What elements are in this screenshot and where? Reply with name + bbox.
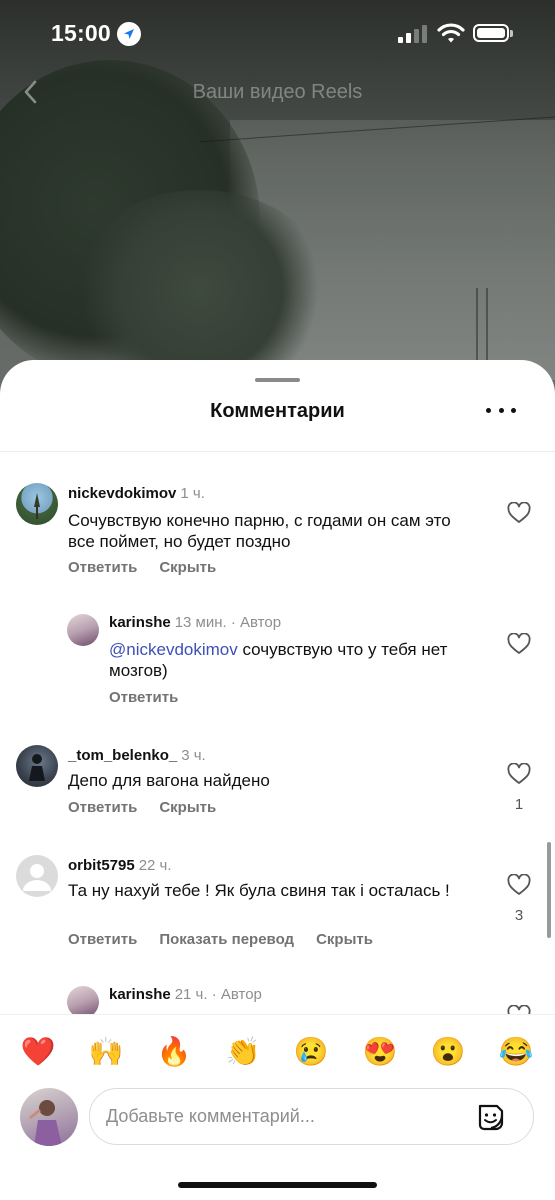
heart-outline-icon[interactable] bbox=[507, 874, 531, 896]
avatar[interactable] bbox=[67, 614, 99, 646]
battery-icon bbox=[473, 24, 513, 42]
sticker-icon[interactable] bbox=[474, 1101, 506, 1133]
comment-time: 1 ч. bbox=[180, 485, 205, 502]
wifi-icon bbox=[437, 23, 465, 43]
emoji-tears-of-joy[interactable]: 😂 bbox=[497, 1033, 535, 1071]
comment-actions: Ответить Скрыть bbox=[68, 799, 238, 816]
emoji-red-heart[interactable]: ❤️ bbox=[19, 1033, 57, 1071]
comment-input[interactable] bbox=[106, 1089, 466, 1144]
comment-meta: nickevdokimov 1 ч. bbox=[68, 485, 205, 502]
emoji-astonished-face[interactable]: 😮 bbox=[429, 1033, 467, 1071]
status-time: 15:00 bbox=[51, 20, 111, 46]
sheet-grabber[interactable] bbox=[255, 378, 300, 382]
home-indicator bbox=[178, 1182, 377, 1188]
reply-button[interactable]: Ответить bbox=[68, 799, 137, 816]
comment-username[interactable]: orbit5795 bbox=[68, 857, 135, 874]
emoji-raising-hands[interactable]: 🙌 bbox=[87, 1033, 125, 1071]
reply-button[interactable]: Ответить bbox=[68, 931, 137, 948]
reply-button[interactable]: Ответить bbox=[68, 559, 137, 576]
heart-outline-icon[interactable] bbox=[507, 502, 531, 524]
avatar[interactable] bbox=[16, 855, 58, 897]
comment-username[interactable]: nickevdokimov bbox=[68, 485, 176, 502]
comment-time: 21 ч. · Автор bbox=[174, 986, 262, 1003]
comment-time: 3 ч. bbox=[181, 747, 206, 764]
hide-button[interactable]: Скрыть bbox=[316, 931, 373, 948]
translate-button[interactable]: Показать перевод bbox=[159, 931, 294, 948]
comments-list: nickevdokimov 1 ч. Сочувствую конечно пар… bbox=[0, 452, 555, 1014]
heart-outline-icon[interactable] bbox=[507, 633, 531, 655]
emoji-clapping-hands[interactable]: 👏 bbox=[224, 1033, 262, 1071]
comment-meta: karinshe 13 мин. · Автор bbox=[109, 614, 281, 631]
avatar[interactable] bbox=[16, 745, 58, 787]
comment-meta: orbit5795 22 ч. bbox=[68, 857, 172, 874]
like-count: 3 bbox=[514, 907, 524, 924]
video-tower bbox=[476, 288, 488, 368]
comment-actions: Ответить Показать перевод Скрыть bbox=[68, 931, 395, 948]
comment-username[interactable]: karinshe bbox=[109, 614, 171, 631]
comment-username[interactable]: _tom_belenko_ bbox=[68, 747, 177, 764]
scrollbar[interactable] bbox=[547, 842, 551, 938]
heart-outline-icon[interactable] bbox=[507, 763, 531, 785]
emoji-fire[interactable]: 🔥 bbox=[155, 1033, 193, 1071]
comment-text: Сочувствую конечно парню, с годами он са… bbox=[68, 511, 451, 551]
comment-meta: karinshe 21 ч. · Автор bbox=[109, 986, 262, 1003]
hide-button[interactable]: Скрыть bbox=[159, 799, 216, 816]
emoji-crying-face[interactable]: 😢 bbox=[292, 1033, 330, 1071]
like-count: 1 bbox=[514, 796, 524, 813]
reply-button[interactable]: Ответить bbox=[109, 689, 178, 706]
avatar bbox=[20, 1088, 78, 1146]
page-title: Ваши видео Reels bbox=[192, 81, 363, 103]
avatar[interactable] bbox=[16, 483, 58, 525]
comment-composer bbox=[89, 1088, 534, 1145]
comment-username[interactable]: karinshe bbox=[109, 986, 171, 1003]
hide-button[interactable]: Скрыть bbox=[159, 559, 216, 576]
more-horizontal-icon[interactable] bbox=[486, 398, 516, 422]
comment-text: Депо для вагона найдено bbox=[68, 771, 270, 790]
cellular-signal-icon bbox=[398, 25, 428, 43]
heart-outline-icon[interactable] bbox=[507, 1005, 531, 1014]
comment-actions: Ответить Скрыть bbox=[68, 559, 238, 576]
comment-time: 22 ч. bbox=[138, 857, 172, 874]
sheet-title: Комментарии bbox=[210, 400, 345, 422]
comment-text: @nickevdokimov сочувствую что у тебя нет… bbox=[109, 639, 479, 681]
comment-text: Та ну нахуй тебе ! Як була свиня так і о… bbox=[68, 881, 450, 900]
comment-actions: Ответить bbox=[109, 689, 200, 706]
comment-meta: _tom_belenko_ 3 ч. bbox=[68, 747, 206, 764]
comment-time: 13 мин. · Автор bbox=[174, 614, 282, 631]
avatar[interactable] bbox=[67, 986, 99, 1014]
status-bar: 15:00 bbox=[0, 0, 555, 66]
emoji-bar: ❤️ 🙌 🔥 👏 😢 😍 😮 😂 bbox=[0, 1014, 555, 1088]
emoji-heart-eyes[interactable]: 😍 bbox=[361, 1033, 399, 1071]
location-arrow-icon bbox=[117, 22, 141, 46]
mention-link[interactable]: @nickevdokimov bbox=[109, 640, 238, 659]
